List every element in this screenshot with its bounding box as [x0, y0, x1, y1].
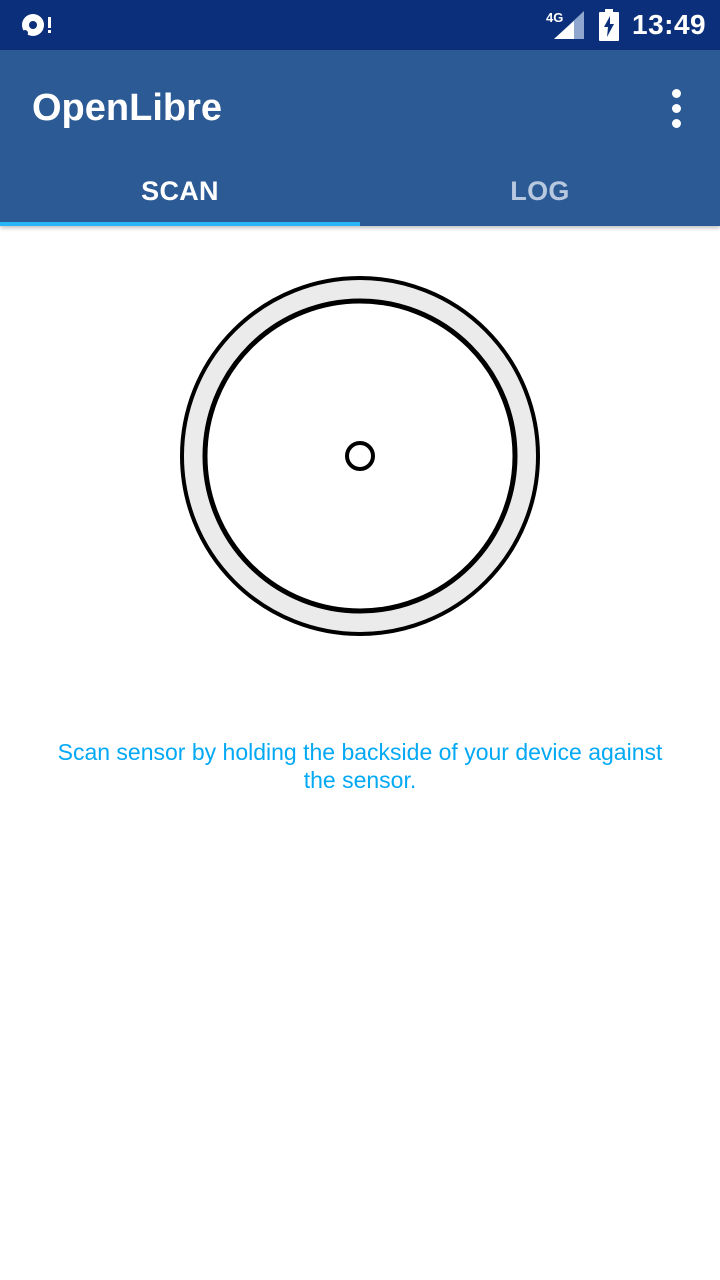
more-vertical-icon	[671, 88, 681, 98]
battery-charging-icon	[598, 9, 620, 41]
tab-log[interactable]: LOG	[360, 156, 720, 226]
network-type-label: 4G	[546, 10, 563, 25]
overflow-menu-button[interactable]	[650, 80, 702, 136]
tab-log-label: LOG	[510, 175, 570, 206]
tab-scan[interactable]: SCAN	[0, 156, 360, 226]
signal-icon: 4G	[546, 9, 586, 41]
app-title: OpenLibre	[32, 87, 223, 129]
status-bar: 4G 13:49	[0, 0, 720, 50]
sensor-icon	[178, 274, 542, 638]
scan-content: Scan sensor by holding the backside of y…	[0, 226, 720, 1280]
tab-scan-label: SCAN	[141, 175, 219, 206]
more-vertical-icon-dot	[671, 118, 681, 128]
status-time: 13:49	[632, 9, 707, 40]
more-vertical-icon-dot	[671, 103, 681, 113]
app-bar: OpenLibre SCAN LOG	[0, 50, 720, 226]
scan-instruction-text: Scan sensor by holding the backside of y…	[57, 739, 663, 793]
tab-bar: SCAN LOG	[0, 156, 720, 226]
sync-alert-icon	[18, 10, 58, 40]
